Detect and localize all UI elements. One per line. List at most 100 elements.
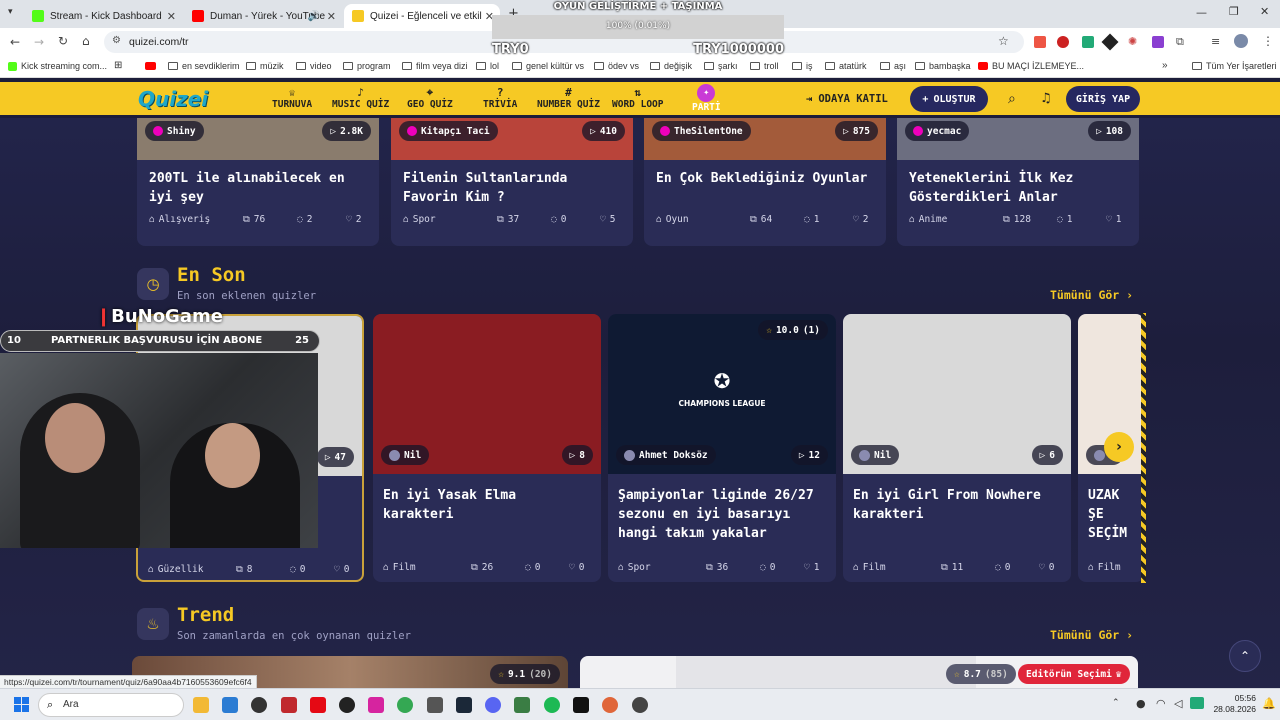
tab-kick-dashboard[interactable]: Stream - Kick Dashboard ✕ xyxy=(24,4,182,28)
bookmark-folder[interactable]: ödev vs xyxy=(594,61,639,71)
close-tab-icon[interactable]: ✕ xyxy=(167,10,176,23)
category-tag[interactable]: ⌂ Spor xyxy=(618,562,651,573)
volume-icon[interactable]: ◁ xyxy=(1174,697,1182,710)
quiz-title[interactable]: En Çok Beklediğiniz Oyunlar xyxy=(656,169,874,188)
bookmark-folder[interactable]: genel kültür vs xyxy=(512,61,584,71)
app-icon[interactable] xyxy=(602,697,618,713)
tab-search-icon[interactable]: ▾ xyxy=(8,7,13,17)
bookmark-folder[interactable]: troll xyxy=(750,61,779,71)
outlook-icon[interactable] xyxy=(222,697,238,713)
bookmark-folder[interactable]: müzik xyxy=(246,61,284,71)
like-count[interactable]: ♡ 0 xyxy=(569,562,584,573)
like-count[interactable]: ♡ 5 xyxy=(600,214,615,225)
app-icon[interactable] xyxy=(281,697,297,713)
bookmark-folder[interactable]: bambaşka xyxy=(915,61,971,71)
youtube-icon[interactable] xyxy=(145,62,156,70)
like-count[interactable]: ♡ 2 xyxy=(853,214,868,225)
steam-icon[interactable] xyxy=(456,697,472,713)
chrome-icon[interactable] xyxy=(397,697,413,713)
bookmark-folder[interactable]: en sevdiklerim xyxy=(168,61,240,71)
quiz-card[interactable]: TheSilentOne ▷ 875 En Çok Beklediğiniz Oy… xyxy=(644,118,886,246)
site-info-icon[interactable]: ⚙ xyxy=(112,35,121,46)
login-button[interactable]: GİRİŞ YAP xyxy=(1066,86,1140,112)
bookmark-kick[interactable]: Kick streaming com... xyxy=(8,61,107,71)
battery-icon[interactable] xyxy=(1190,697,1204,709)
nav-geo-quiz[interactable]: ⌖ GEO QUİZ xyxy=(407,86,453,110)
reading-list-icon[interactable]: ≡ xyxy=(1211,35,1220,48)
like-count[interactable]: ♡ 1 xyxy=(804,562,819,573)
like-count[interactable]: ♡ 2 xyxy=(346,214,361,225)
like-count[interactable]: ♡ 1 xyxy=(1106,214,1121,225)
author-badge[interactable]: yecmac xyxy=(905,121,970,141)
category-tag[interactable]: ⌂ Güzellik xyxy=(148,564,204,575)
spotify-icon[interactable] xyxy=(544,697,560,713)
tab-youtube[interactable]: Duman - Yürek - YouTube 🔊 ✕ xyxy=(184,4,342,28)
nav-trivia[interactable]: ? TRİVİA xyxy=(483,86,517,110)
author-badge[interactable]: Shiny xyxy=(145,121,204,141)
create-button[interactable]: + OLUŞTUR xyxy=(910,86,988,112)
quiz-title[interactable]: 200TL ile alınabilecek en iyi şey xyxy=(149,169,367,207)
instagram-icon[interactable] xyxy=(368,697,384,713)
extensions-puzzle-icon[interactable]: ⧉ xyxy=(1176,35,1184,49)
trend-card[interactable]: ☆ 8.7 (85) Editörün Seçimi ♛ xyxy=(580,656,1138,688)
quiz-card[interactable]: yecmac ▷ 108 Yeteneklerini İlk Kez Göster… xyxy=(897,118,1139,246)
author-badge[interactable]: TheSilentOne xyxy=(652,121,751,141)
category-tag[interactable]: ⌂ Film xyxy=(1088,562,1121,573)
category-tag[interactable]: ⌂ Oyun xyxy=(656,214,689,225)
obs-icon[interactable] xyxy=(632,697,648,713)
bookmark-folder[interactable]: atatürk xyxy=(825,61,867,71)
reload-icon[interactable]: ↻ xyxy=(58,34,68,48)
quiz-card[interactable]: Shiny ▷ 2.8K 200TL ile alınabilecek en iy… xyxy=(137,118,379,246)
apps-grid-icon[interactable]: ⊞ xyxy=(114,60,122,71)
see-all-latest-link[interactable]: Tümünü Gör › xyxy=(1050,288,1133,302)
bookmark-folder[interactable]: şarkı xyxy=(704,61,738,71)
forward-icon[interactable]: → xyxy=(34,35,44,49)
bookmark-folder[interactable]: film veya dizi xyxy=(402,61,468,71)
extension-icon[interactable] xyxy=(1034,36,1046,48)
quiz-card[interactable]: Nil ▷ 6 En iyi Girl From Nowhere karakteri… xyxy=(843,314,1071,582)
quiz-title[interactable]: Filenin Sultanlarında Favorin Kim ? xyxy=(403,169,621,207)
menu-kebab-icon[interactable]: ⋮ xyxy=(1262,34,1274,48)
site-logo[interactable]: Quizei xyxy=(138,87,208,111)
netflix-icon[interactable] xyxy=(310,697,326,713)
author-badge[interactable]: Nil xyxy=(851,445,900,465)
clock-app-icon[interactable] xyxy=(251,697,267,713)
bookmark-folder[interactable]: lol xyxy=(476,61,499,71)
maximize-icon[interactable]: ❐ xyxy=(1229,5,1239,18)
search-icon[interactable]: ⌕ xyxy=(1008,91,1016,107)
nav-word-loop[interactable]: ⇅ WORD LOOP xyxy=(612,86,663,110)
bookmark-folder[interactable]: değişik xyxy=(650,61,692,71)
bookmark-folder[interactable]: program xyxy=(343,61,391,71)
notification-icon[interactable]: 🔔 xyxy=(1262,697,1276,710)
close-tab-icon[interactable]: ✕ xyxy=(327,10,336,23)
like-count[interactable]: ♡ 0 xyxy=(1039,562,1054,573)
quiz-card[interactable]: ☆ 10.0 (1) ✪ CHAMPIONS LEAGUE Ahmet Doksöz ▷ 12… xyxy=(608,314,836,582)
tray-expand-icon[interactable]: ⌃ xyxy=(1112,698,1120,708)
category-tag[interactable]: ⌂ Film xyxy=(383,562,416,573)
author-badge[interactable]: Ahmet Doksöz xyxy=(616,445,716,465)
join-room-button[interactable]: ⇥ ODAYA KATIL xyxy=(806,93,888,105)
more-bookmarks-icon[interactable]: » xyxy=(1162,60,1168,71)
quiz-title[interactable]: En iyi Yasak Elma karakteri xyxy=(383,486,591,524)
extension-icon[interactable] xyxy=(1082,36,1094,48)
app-icon[interactable] xyxy=(427,697,443,713)
tab-quizei[interactable]: Quizei - Eğlenceli ve etkileşimli ✕ xyxy=(344,4,500,28)
author-badge[interactable]: Nil xyxy=(381,445,430,465)
carousel-next-button[interactable]: › xyxy=(1104,432,1134,462)
quiz-card[interactable]: Kitapçı Taci ▷ 410 Filenin Sultanlarında … xyxy=(391,118,633,246)
bell-icon[interactable]: ♫ xyxy=(1040,91,1052,106)
wifi-icon[interactable]: ◠ xyxy=(1156,697,1166,710)
microphone-icon[interactable]: ● xyxy=(1136,697,1146,710)
category-tag[interactable]: ⌂ Film xyxy=(853,562,886,573)
bookmark-folder[interactable]: video xyxy=(296,61,332,71)
taskbar-search[interactable]: ⌕ Ara xyxy=(38,693,184,717)
quiz-title[interactable]: Yeteneklerini İlk Kez Gösterdikleri Anla… xyxy=(909,169,1127,207)
file-explorer-icon[interactable] xyxy=(193,697,209,713)
extension-icon[interactable] xyxy=(1152,36,1164,48)
bookmark-folder[interactable]: iş xyxy=(792,61,813,71)
x-icon[interactable] xyxy=(573,697,589,713)
minimize-icon[interactable]: — xyxy=(1196,6,1207,19)
nav-music-quiz[interactable]: ♪ MUSIC QUİZ xyxy=(332,86,389,110)
quiz-title[interactable]: UZAK ŞE SEÇİM xyxy=(1088,486,1134,543)
home-icon[interactable]: ⌂ xyxy=(82,34,90,48)
